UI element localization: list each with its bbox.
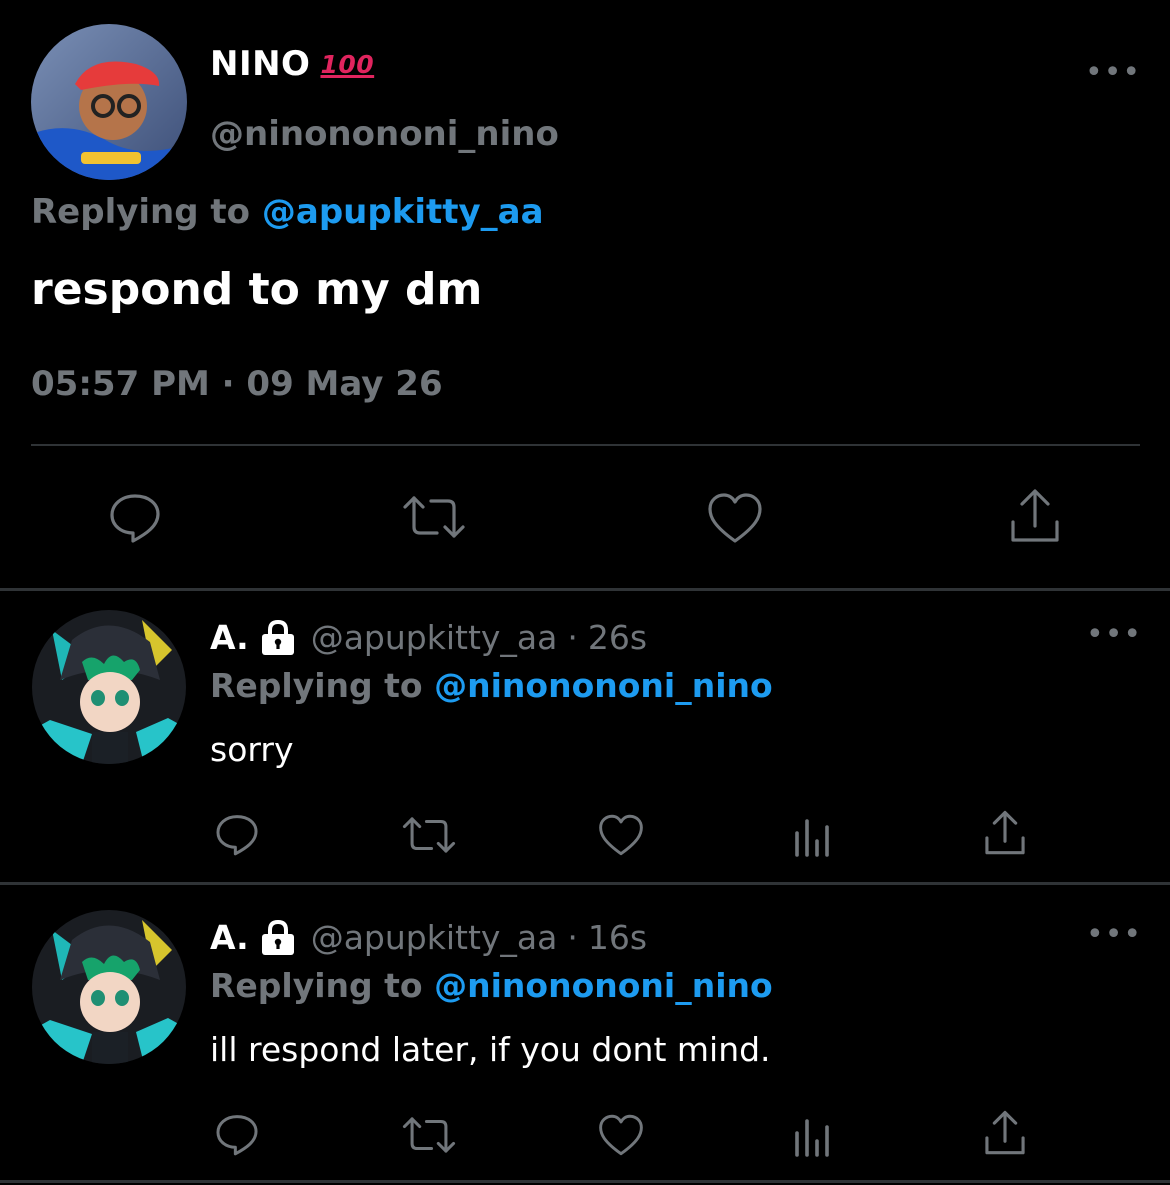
- retweet-button[interactable]: [398, 1110, 460, 1160]
- reply-icon: [216, 1115, 258, 1156]
- like-button[interactable]: [594, 1110, 648, 1160]
- retweet-icon: [403, 496, 465, 538]
- dot-separator: ·: [567, 918, 578, 957]
- reply-timestamp[interactable]: 26s: [588, 618, 647, 657]
- like-button[interactable]: [594, 810, 648, 860]
- analytics-button[interactable]: [788, 810, 836, 860]
- retweet-button[interactable]: [398, 486, 470, 548]
- divider: [0, 882, 1170, 885]
- replying-to-line: Replying to @apupkitty_aa: [31, 192, 544, 232]
- replying-to-label: Replying to: [210, 966, 423, 1005]
- reply-button[interactable]: [210, 1108, 264, 1160]
- share-icon: [1011, 489, 1059, 542]
- replying-to-line: Replying to @ninonononi_nino: [210, 966, 773, 1005]
- user-handle[interactable]: @ninonononi_nino: [210, 114, 559, 154]
- display-name[interactable]: A.: [210, 618, 249, 657]
- retweet-button[interactable]: [398, 810, 460, 860]
- avatar[interactable]: [32, 910, 186, 1064]
- divider: [31, 444, 1140, 446]
- like-button[interactable]: [702, 488, 768, 548]
- reply-timestamp[interactable]: 16s: [588, 918, 647, 957]
- replying-to-line: Replying to @ninonononi_nino: [210, 666, 773, 705]
- user-handle[interactable]: @apupkitty_aa: [311, 618, 558, 657]
- retweet-icon: [402, 817, 456, 853]
- display-name-text: NINO: [210, 44, 311, 84]
- display-name[interactable]: NINO 100: [210, 44, 374, 84]
- replying-to-label: Replying to: [210, 666, 423, 705]
- dot-separator: ·: [567, 618, 578, 657]
- more-options-icon[interactable]: •••: [1086, 620, 1142, 650]
- share-button[interactable]: [980, 806, 1030, 860]
- share-button[interactable]: [980, 1106, 1030, 1160]
- avatar[interactable]: [31, 24, 187, 180]
- reply-button[interactable]: [210, 808, 264, 860]
- reply-icon: [110, 494, 160, 543]
- share-icon: [985, 1110, 1025, 1155]
- share-button[interactable]: [1002, 484, 1068, 548]
- share-icon: [985, 810, 1025, 855]
- more-options-icon[interactable]: •••: [1086, 920, 1142, 950]
- replying-to-label: Replying to: [31, 192, 251, 232]
- replying-to-handle-link[interactable]: @ninonononi_nino: [434, 966, 773, 1005]
- divider: [0, 1180, 1170, 1183]
- like-icon: [599, 1114, 643, 1156]
- reply-icon: [216, 815, 258, 856]
- more-options-icon[interactable]: •••: [1085, 58, 1141, 88]
- tweet-text: ill respond later, if you dont mind.: [210, 1030, 771, 1069]
- analytics-icon: [795, 1119, 829, 1157]
- divider: [0, 588, 1170, 591]
- replying-to-handle-link[interactable]: @ninonononi_nino: [434, 666, 773, 705]
- reply-button[interactable]: [100, 486, 170, 548]
- like-icon: [708, 493, 762, 543]
- lock-icon: [259, 619, 297, 656]
- lock-icon: [259, 919, 297, 956]
- display-name[interactable]: A.: [210, 918, 249, 957]
- tweet-text: sorry: [210, 730, 294, 769]
- hundred-points-emoji: 100: [320, 49, 375, 79]
- analytics-button[interactable]: [788, 1110, 836, 1160]
- like-icon: [599, 814, 643, 856]
- tweet-timestamp[interactable]: 05:57 PM · 09 May 26: [31, 364, 443, 404]
- reply-header: A. @apupkitty_aa · 16s: [210, 918, 647, 957]
- replying-to-handle-link[interactable]: @apupkitty_aa: [262, 192, 544, 232]
- avatar[interactable]: [32, 610, 186, 764]
- retweet-icon: [402, 1117, 456, 1153]
- analytics-icon: [795, 819, 829, 857]
- tweet-text: respond to my dm: [31, 264, 483, 315]
- reply-header: A. @apupkitty_aa · 26s: [210, 618, 647, 657]
- user-handle[interactable]: @apupkitty_aa: [311, 918, 558, 957]
